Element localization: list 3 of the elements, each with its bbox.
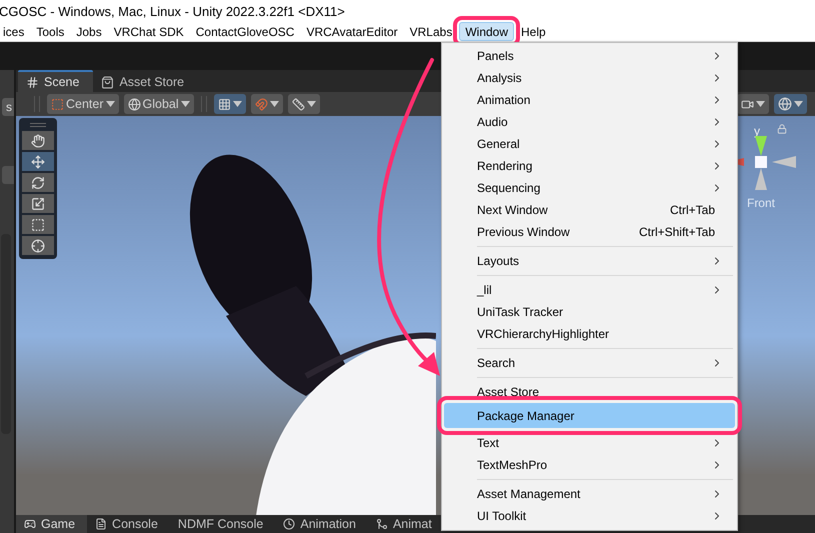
- window-title: CGOSC - Windows, Mac, Linux - Unity 2022.3.22f1 <DX11>: [0, 4, 345, 18]
- shortcut-text: Ctrl+Shift+Tab: [638, 225, 715, 239]
- shortcut-text: Ctrl+Tab: [670, 203, 715, 217]
